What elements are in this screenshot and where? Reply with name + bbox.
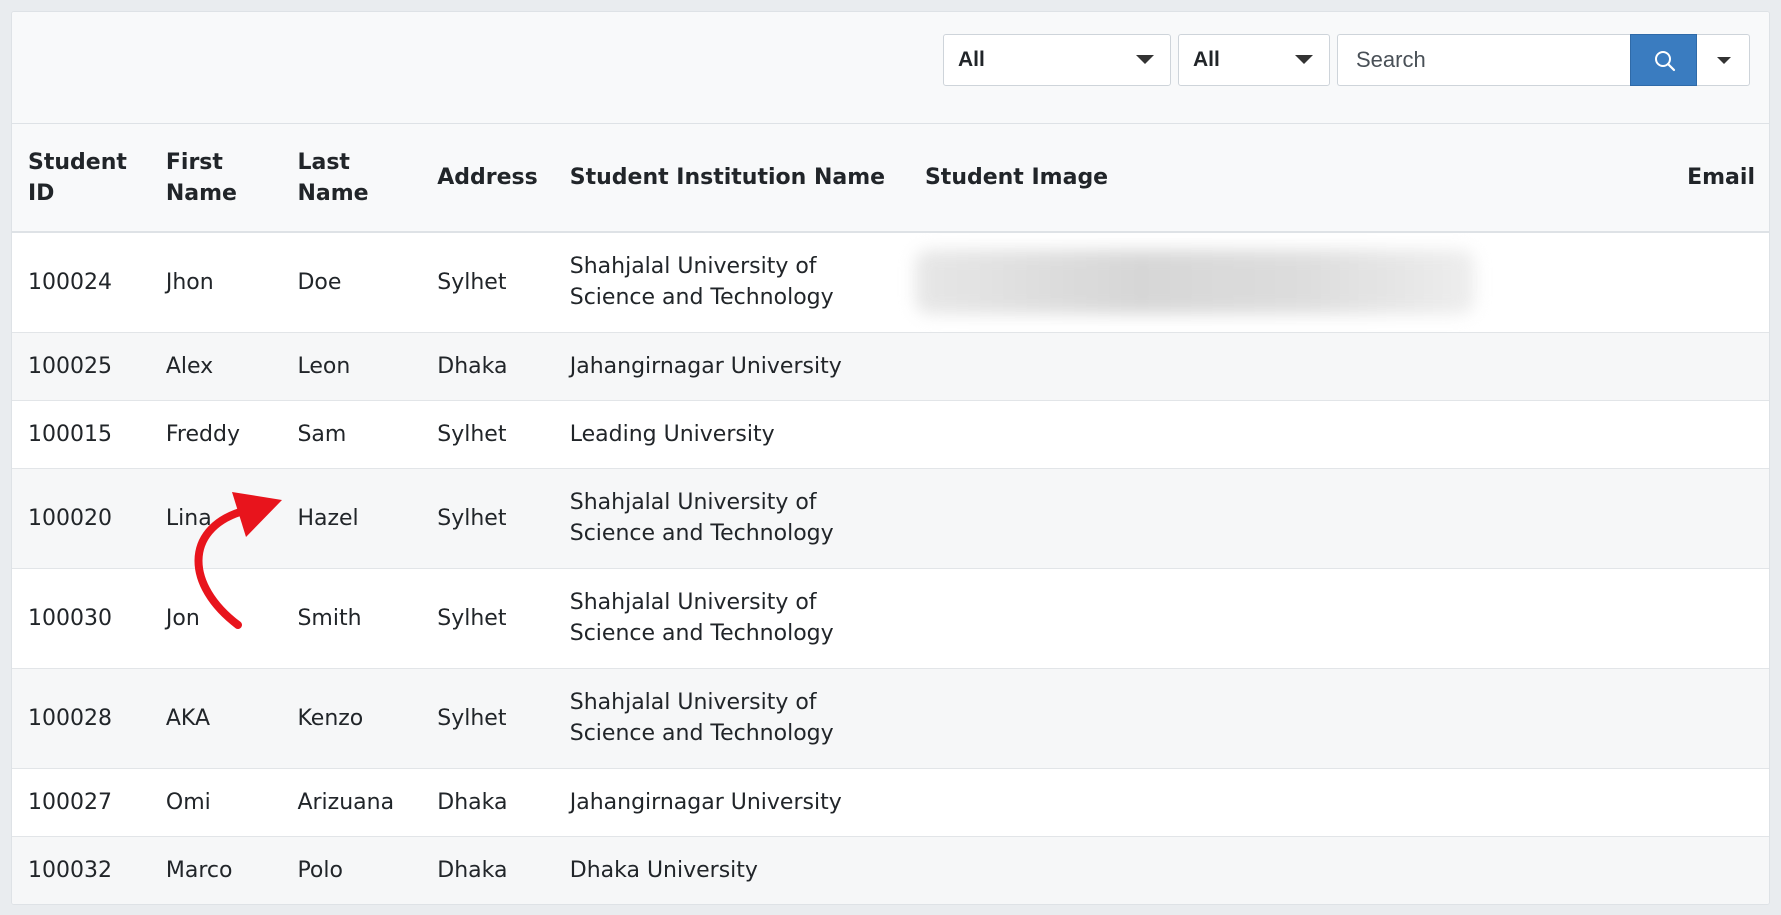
table-row: 100032 Marco Polo Dhaka Dhaka University	[12, 835, 1769, 904]
header-student-id[interactable]: Student ID	[12, 124, 150, 233]
header-last-name[interactable]: Last Name	[281, 124, 422, 233]
table-row: 100015 Freddy Sam Sylhet Leading Univers…	[12, 399, 1769, 468]
caret-down-icon	[1717, 57, 1731, 64]
cell-student-id: 100027	[12, 767, 150, 836]
cell-first-name: Marco	[149, 835, 282, 904]
cell-institution: Jahangirnagar University	[553, 331, 909, 400]
chevron-down-icon	[1295, 55, 1313, 64]
cell-institution: Shahjalal University of Science and Tech…	[553, 667, 909, 768]
table-row: 100028 AKA Kenzo Sylhet Shahjalal Univer…	[12, 667, 1769, 768]
cell-first-name: Omi	[149, 767, 282, 836]
cell-address: Sylhet	[421, 231, 554, 332]
student-image-blurred	[914, 250, 1475, 315]
cell-email	[1607, 231, 1769, 332]
filter-select-2[interactable]: All	[1178, 34, 1330, 86]
header-first-name[interactable]: First Name	[149, 124, 282, 233]
search-input[interactable]: Search	[1337, 34, 1631, 86]
cell-institution: Shahjalal University of Science and Tech…	[553, 467, 909, 568]
cell-address: Sylhet	[421, 567, 554, 668]
cell-student-id: 100028	[12, 667, 150, 768]
cell-student-image	[908, 835, 1608, 904]
cell-email	[1607, 567, 1769, 668]
table-row: 100024 Jhon Doe Sylhet Shahjalal Univers…	[12, 231, 1769, 332]
chevron-down-icon	[1136, 55, 1154, 64]
cell-student-image	[908, 467, 1608, 568]
table-row: 100030 Jon Smith Sylhet Shahjalal Univer…	[12, 567, 1769, 668]
cell-institution: Shahjalal University of Science and Tech…	[553, 231, 909, 332]
cell-student-id: 100024	[12, 231, 150, 332]
cell-first-name: AKA	[149, 667, 282, 768]
students-table: Student ID First Name Last Name Address …	[12, 124, 1769, 904]
cell-last-name: Doe	[281, 231, 422, 332]
cell-student-id: 100020	[12, 467, 150, 568]
cell-student-id: 100015	[12, 399, 150, 468]
table-row: 100025 Alex Leon Dhaka Jahangirnagar Uni…	[12, 331, 1769, 400]
cell-student-image	[908, 667, 1608, 768]
cell-address: Sylhet	[421, 399, 554, 468]
filter-select-2-value: All	[1193, 48, 1220, 71]
cell-last-name: Arizuana	[281, 767, 422, 836]
cell-address: Sylhet	[421, 467, 554, 568]
cell-last-name: Sam	[281, 399, 422, 468]
cell-first-name: Alex	[149, 331, 282, 400]
cell-first-name: Lina	[149, 467, 282, 568]
header-address[interactable]: Address	[421, 124, 554, 233]
table-toolbar: All All Search	[12, 12, 1769, 124]
filter-select-1-value: All	[958, 48, 985, 71]
cell-institution: Jahangirnagar University	[553, 767, 909, 836]
cell-email	[1607, 399, 1769, 468]
cell-last-name-highlighted[interactable]: Hazel	[281, 467, 422, 568]
cell-email	[1607, 467, 1769, 568]
cell-last-name: Polo	[281, 835, 422, 904]
cell-last-name: Smith	[281, 567, 422, 668]
header-row: Student ID First Name Last Name Address …	[12, 124, 1769, 233]
search-placeholder: Search	[1356, 47, 1426, 72]
cell-address: Sylhet	[421, 667, 554, 768]
cell-student-image	[908, 231, 1608, 332]
cell-first-name: Freddy	[149, 399, 282, 468]
cell-first-name: Jhon	[149, 231, 282, 332]
cell-last-name: Kenzo	[281, 667, 422, 768]
table-row: 100027 Omi Arizuana Dhaka Jahangirnagar …	[12, 767, 1769, 836]
header-institution[interactable]: Student Institution Name	[553, 124, 909, 233]
cell-last-name: Leon	[281, 331, 422, 400]
cell-email	[1607, 331, 1769, 400]
cell-institution: Leading University	[553, 399, 909, 468]
cell-student-image	[908, 767, 1608, 836]
cell-student-id: 100032	[12, 835, 150, 904]
cell-address: Dhaka	[421, 331, 554, 400]
cell-institution: Shahjalal University of Science and Tech…	[553, 567, 909, 668]
cell-email	[1607, 767, 1769, 836]
cell-student-id: 100025	[12, 331, 150, 400]
cell-student-image	[908, 567, 1608, 668]
cell-address: Dhaka	[421, 835, 554, 904]
cell-student-image	[908, 331, 1608, 400]
search-icon	[1655, 51, 1676, 72]
cell-first-name: Jon	[149, 567, 282, 668]
cell-institution: Dhaka University	[553, 835, 909, 904]
search-button[interactable]	[1630, 34, 1697, 86]
cell-student-image	[908, 399, 1608, 468]
filter-select-1[interactable]: All	[943, 34, 1171, 86]
cell-email	[1607, 667, 1769, 768]
header-email[interactable]: Email	[1607, 124, 1769, 233]
cell-student-id: 100030	[12, 567, 150, 668]
search-options-toggle[interactable]	[1697, 34, 1750, 86]
header-student-image[interactable]: Student Image	[908, 124, 1608, 233]
cell-email	[1607, 835, 1769, 904]
cell-address: Dhaka	[421, 767, 554, 836]
table-panel: All All Search Student ID First Name Las…	[11, 11, 1770, 905]
table-row: 100020 Lina Hazel Sylhet Shahjalal Unive…	[12, 467, 1769, 568]
